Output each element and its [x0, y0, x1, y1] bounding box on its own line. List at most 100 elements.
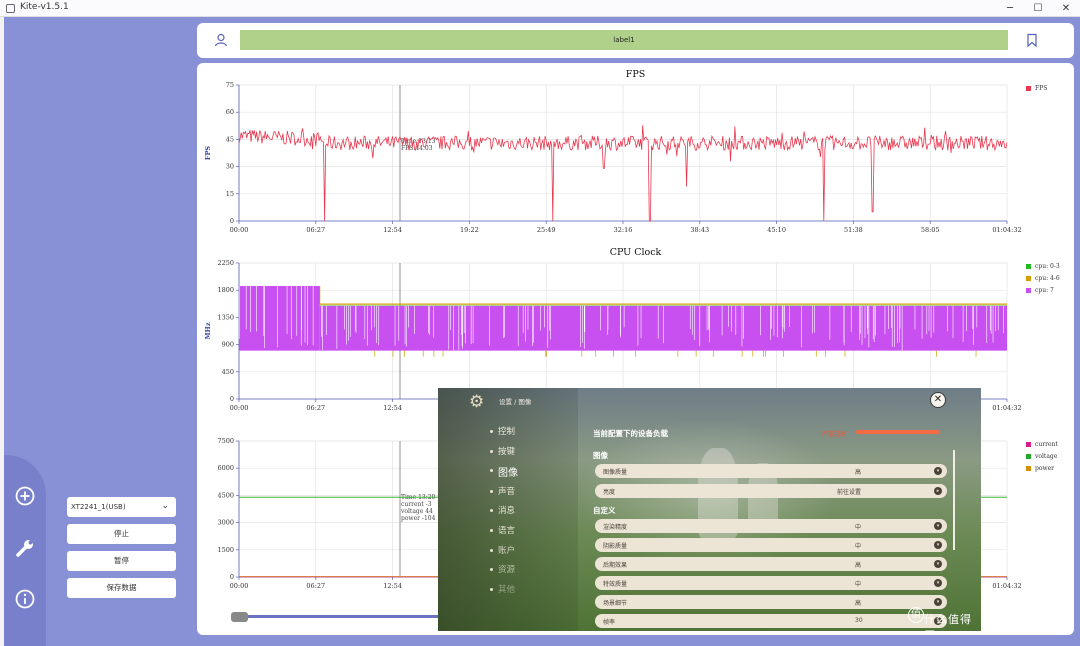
x-tick-label: 12:54	[383, 582, 402, 590]
y-tick-label: 0	[230, 395, 234, 403]
label-bar: label1	[240, 30, 1008, 50]
settings-menu-item[interactable]: 语言	[498, 524, 515, 536]
menu-bullet-icon	[490, 529, 493, 532]
device-select-value: XT2241_1(USB)	[71, 503, 126, 511]
maximize-button[interactable]: ☐	[1024, 1, 1052, 16]
menu-bullet-icon	[490, 588, 493, 591]
menu-bullet-icon	[490, 490, 493, 493]
add-icon[interactable]	[14, 485, 36, 507]
setting-row-frame-rate[interactable]: 帧率 30 ▾	[595, 614, 947, 628]
menu-bullet-icon	[490, 450, 493, 453]
x-tick-label: 01:04:32	[992, 582, 1021, 590]
x-tick-label: 12:54	[383, 404, 402, 412]
x-tick-label: 00:00	[230, 404, 249, 412]
settings-menu-item[interactable]: 消息	[498, 504, 515, 516]
y-axis-label: FPS	[204, 146, 212, 161]
close-settings-button[interactable]: ✕	[930, 392, 946, 408]
dropdown-icon: ▾	[934, 541, 942, 549]
x-tick-label: 45:10	[767, 226, 786, 234]
close-button[interactable]: ✕	[1052, 1, 1080, 16]
settings-menu-item[interactable]: 声音	[498, 485, 515, 497]
x-tick-label: 25:49	[537, 226, 556, 234]
legend-item-power[interactable]: power	[1026, 465, 1058, 477]
watermark-text: 什么值得买	[924, 613, 972, 631]
settings-scrollbar[interactable]	[953, 450, 955, 550]
x-tick-label: 01:04:32	[992, 404, 1021, 412]
settings-menu-item[interactable]: 资源	[498, 563, 515, 575]
pause-button[interactable]: 暂停	[67, 551, 176, 571]
time-slider-track[interactable]	[233, 615, 473, 618]
power-legend[interactable]: current voltage power	[1026, 441, 1058, 477]
x-tick-label: 06:27	[306, 582, 325, 590]
chevron-down-icon: ⌄	[161, 501, 169, 511]
setting-row-scene-detail[interactable]: 场景细节 高 ▾	[595, 595, 947, 609]
y-tick-label: 30	[226, 163, 234, 171]
dropdown-icon: ▾	[934, 467, 942, 475]
x-tick-label: 00:00	[230, 226, 249, 234]
legend-item-cpu-7[interactable]: cpu: 7	[1026, 287, 1060, 299]
top-bar: label1	[197, 23, 1074, 58]
legend-item-cpu-4-6[interactable]: cpu: 4-6	[1026, 275, 1060, 287]
section-custom-heading: 自定义	[593, 506, 616, 515]
dropdown-icon: ▾	[934, 598, 942, 606]
y-tick-label: 0	[230, 217, 234, 225]
x-tick-label: 00:00	[230, 582, 249, 590]
breadcrumb: 设置 / 图像	[499, 398, 532, 406]
menu-bullet-icon	[490, 430, 493, 433]
window-title: Kite-v1.5.1	[20, 2, 69, 12]
fps-legend[interactable]: FPS	[1026, 85, 1047, 97]
minimize-button[interactable]: ─	[996, 1, 1024, 16]
settings-menu-item[interactable]: 图像	[498, 464, 518, 479]
cpu-7-band	[319, 305, 1007, 351]
load-meter	[856, 430, 940, 434]
cpu-legend[interactable]: cpu: 0-3 cpu: 4-6 cpu: 7	[1026, 263, 1060, 299]
settings-menu-item[interactable]: 账户	[498, 544, 515, 556]
info-icon[interactable]	[14, 588, 36, 610]
dropdown-icon: ▾	[934, 522, 942, 530]
game-settings-overlay: ⚙ 设置 / 图像 ✕ 控制按键图像声音消息语言账户资源其他 当前配置下的设备负…	[438, 388, 981, 631]
y-tick-label: 6000	[217, 464, 234, 472]
load-title: 当前配置下的设备负载	[593, 429, 668, 438]
x-tick-label: 12:54	[383, 226, 402, 234]
setting-row-shadow-quality[interactable]: 阴影质量 中 ▾	[595, 538, 947, 552]
menu-bullet-icon	[490, 549, 493, 552]
settings-menu-item[interactable]: 其他	[498, 583, 515, 595]
tooltip-text: current -3	[401, 501, 432, 508]
setting-row-image-quality[interactable]: 图像质量 高 ▾	[595, 464, 947, 478]
legend-item-voltage[interactable]: voltage	[1026, 453, 1058, 465]
device-select[interactable]: XT2241_1(USB) ⌄	[67, 497, 176, 517]
bookmark-icon[interactable]	[1024, 32, 1040, 48]
legend-item-cpu-0-3[interactable]: cpu: 0-3	[1026, 263, 1060, 275]
setting-row-post-effects[interactable]: 后期效果 高 ▾	[595, 557, 947, 571]
y-tick-label: 45	[226, 135, 234, 143]
stop-button[interactable]: 停止	[67, 524, 176, 544]
y-axis-label: MHz	[204, 322, 212, 339]
settings-menu-item[interactable]: 控制	[498, 425, 515, 437]
x-tick-label: 38:43	[690, 226, 709, 234]
x-tick-label: 51:38	[844, 226, 863, 234]
y-tick-label: 75	[226, 81, 234, 89]
x-tick-label: 32:16	[614, 226, 633, 234]
time-slider-handle[interactable]	[231, 612, 248, 622]
x-tick-label: 19:22	[460, 226, 479, 234]
settings-menu-item[interactable]: 按键	[498, 445, 515, 457]
setting-row-render-precision[interactable]: 渲染精度 中 ▾	[595, 519, 947, 533]
legend-item-fps[interactable]: FPS	[1026, 85, 1047, 97]
setting-row-effects-quality[interactable]: 特效质量 中 ▾	[595, 576, 947, 590]
settings-gear-icon: ⚙	[469, 392, 485, 412]
legend-item-current[interactable]: current	[1026, 441, 1058, 453]
load-status: 严重过高	[822, 431, 847, 438]
y-tick-label: 450	[222, 368, 234, 376]
tooltip-text: power -104	[401, 515, 436, 522]
user-icon[interactable]	[213, 32, 229, 48]
x-tick-label: 06:27	[306, 404, 325, 412]
y-tick-label: 1800	[217, 286, 234, 294]
save-data-button[interactable]: 保存数据	[67, 578, 176, 598]
wrench-icon[interactable]	[14, 537, 36, 559]
app-window: Kite-v1.5.1 ─ ☐ ✕ XT2241_1(USB) ⌄ 停止 暂停 …	[0, 0, 1080, 646]
y-tick-label: 3000	[217, 519, 234, 527]
y-tick-label: 1350	[217, 313, 234, 321]
y-tick-label: 7500	[217, 437, 234, 445]
setting-row-brightness[interactable]: 亮度 前往设置 ▸	[595, 484, 947, 498]
y-tick-label: 15	[226, 190, 234, 198]
